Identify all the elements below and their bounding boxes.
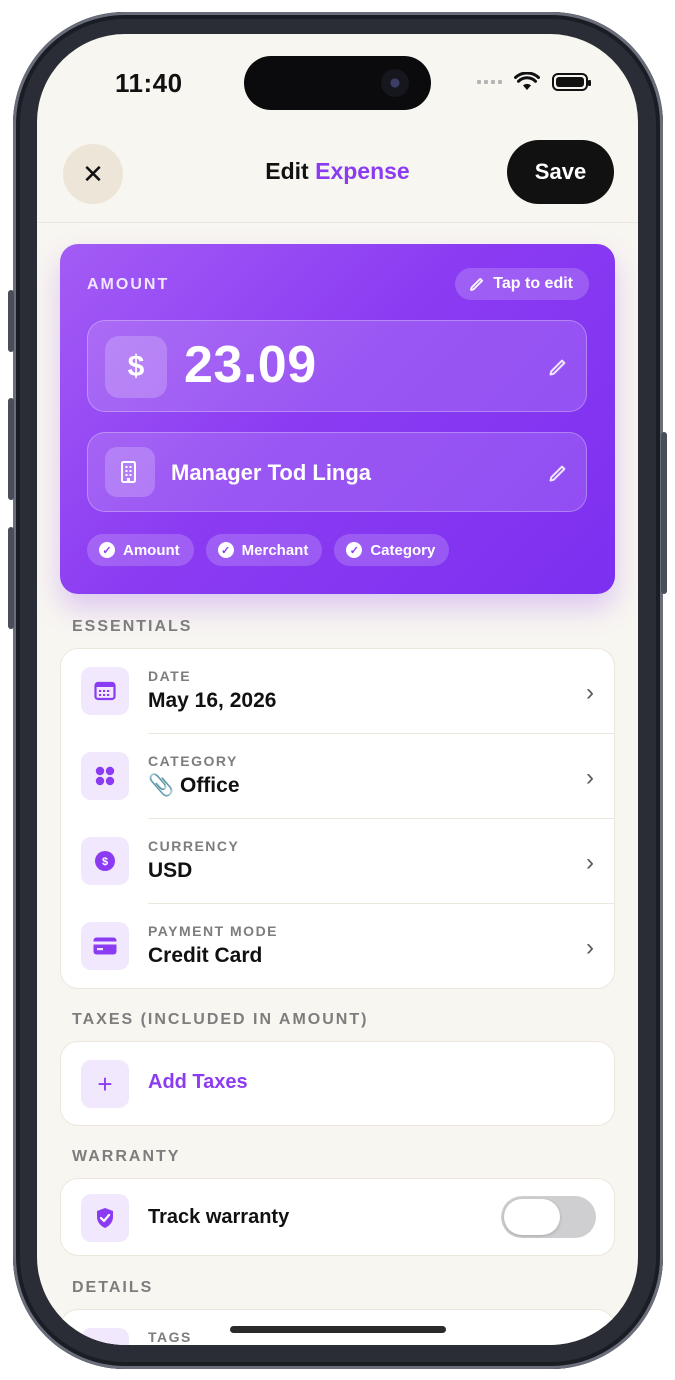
tags-key: TAGS bbox=[148, 1329, 192, 1345]
track-warranty-row: Track warranty bbox=[61, 1179, 614, 1257]
chip-label: Amount bbox=[123, 541, 180, 559]
check-icon: ✓ bbox=[99, 542, 115, 558]
currency-row[interactable]: $ CURRENCY USD › bbox=[61, 819, 614, 904]
tap-to-edit-label: Tap to edit bbox=[493, 275, 573, 292]
credit-card-icon bbox=[81, 922, 129, 970]
chip-amount: ✓ Amount bbox=[87, 534, 194, 566]
warranty-card: Track warranty bbox=[60, 1178, 615, 1256]
edit-merchant-pencil-icon[interactable] bbox=[548, 463, 568, 483]
calendar-icon bbox=[81, 667, 129, 715]
amount-value: 23.09 bbox=[184, 336, 317, 394]
category-row[interactable]: CATEGORY 📎 Office › bbox=[61, 734, 614, 819]
chip-label: Merchant bbox=[241, 541, 309, 559]
plus-icon: + bbox=[81, 1060, 129, 1108]
date-value: May 16, 2026 bbox=[148, 689, 277, 712]
chevron-right-icon: › bbox=[586, 679, 594, 706]
chip-merchant: ✓ Merchant bbox=[205, 534, 323, 566]
tag-icon bbox=[81, 1328, 129, 1345]
add-taxes-button[interactable]: + Add Taxes bbox=[61, 1042, 614, 1125]
wifi-icon bbox=[514, 72, 540, 90]
pencil-icon bbox=[470, 278, 484, 291]
power-button bbox=[661, 432, 667, 594]
building-icon bbox=[105, 447, 155, 497]
title-main: Edit bbox=[265, 158, 309, 184]
header: ✕ Edit Expense Save bbox=[37, 134, 638, 223]
currency-value: USD bbox=[148, 859, 193, 882]
merchant-name: Manager Tod Linga bbox=[171, 460, 372, 485]
title-accent: Expense bbox=[315, 158, 410, 184]
status-icons bbox=[477, 72, 591, 92]
cellular-signal-icon bbox=[477, 80, 502, 84]
chip-label: Category bbox=[370, 541, 436, 559]
home-indicator[interactable] bbox=[230, 1326, 446, 1333]
check-icon: ✓ bbox=[346, 542, 363, 558]
chip-category: ✓ Category bbox=[334, 534, 450, 566]
payment-mode-row[interactable]: PAYMENT MODE Credit Card › bbox=[61, 904, 614, 989]
svg-text:$: $ bbox=[102, 856, 108, 868]
track-warranty-toggle[interactable] bbox=[501, 1196, 596, 1238]
action-button bbox=[8, 290, 14, 352]
date-row[interactable]: DATE May 16, 2026 › bbox=[61, 649, 614, 734]
merchant-field[interactable]: Manager Tod Linga bbox=[87, 432, 587, 512]
warranty-label: WARRANTY bbox=[72, 1148, 181, 1165]
grid-icon bbox=[81, 752, 129, 800]
camera-icon bbox=[381, 69, 409, 97]
chevron-right-icon: › bbox=[586, 764, 594, 791]
edit-amount-pencil-icon[interactable] bbox=[548, 357, 568, 377]
taxes-card: + Add Taxes bbox=[60, 1041, 615, 1126]
check-icon: ✓ bbox=[217, 542, 234, 558]
chevron-right-icon: › bbox=[586, 849, 594, 876]
dynamic-island bbox=[244, 56, 431, 110]
amount-section-label: AMOUNT bbox=[87, 276, 170, 293]
essentials-card: DATE May 16, 2026 › CATEGORY 📎 Office › … bbox=[60, 648, 615, 989]
screen: 11:40 ✕ Edit Expense Save AMOUNT Tap to … bbox=[37, 34, 638, 1345]
details-label: DETAILS bbox=[72, 1279, 154, 1296]
category-key: CATEGORY bbox=[148, 753, 238, 769]
payment-mode-key: PAYMENT MODE bbox=[148, 923, 279, 939]
amount-field[interactable]: $ 23.09 bbox=[87, 320, 587, 412]
chevron-right-icon: › bbox=[586, 934, 594, 961]
dollar-coin-icon: $ bbox=[81, 837, 129, 885]
payment-mode-value: Credit Card bbox=[148, 944, 263, 967]
volume-up-button bbox=[8, 398, 14, 500]
category-value: 📎 Office bbox=[148, 774, 240, 797]
add-taxes-label: Add Taxes bbox=[148, 1071, 248, 1093]
tap-to-edit-button[interactable]: Tap to edit bbox=[455, 268, 589, 300]
taxes-label: TAXES (INCLUDED IN AMOUNT) bbox=[72, 1011, 369, 1028]
toggle-knob bbox=[504, 1199, 560, 1235]
essentials-label: ESSENTIALS bbox=[72, 618, 193, 635]
date-key: DATE bbox=[148, 668, 192, 684]
detected-chips: ✓ Amount ✓ Merchant ✓ Category bbox=[87, 534, 450, 566]
track-warranty-label: Track warranty bbox=[148, 1206, 290, 1228]
battery-icon bbox=[552, 73, 591, 91]
shield-check-icon bbox=[81, 1194, 129, 1242]
save-button[interactable]: Save bbox=[507, 140, 614, 204]
currency-key: CURRENCY bbox=[148, 838, 240, 854]
status-time: 11:40 bbox=[115, 68, 183, 98]
amount-card: AMOUNT Tap to edit $ 23.09 Manager Tod L… bbox=[60, 244, 615, 594]
volume-down-button bbox=[8, 527, 14, 629]
currency-symbol: $ bbox=[105, 336, 167, 398]
